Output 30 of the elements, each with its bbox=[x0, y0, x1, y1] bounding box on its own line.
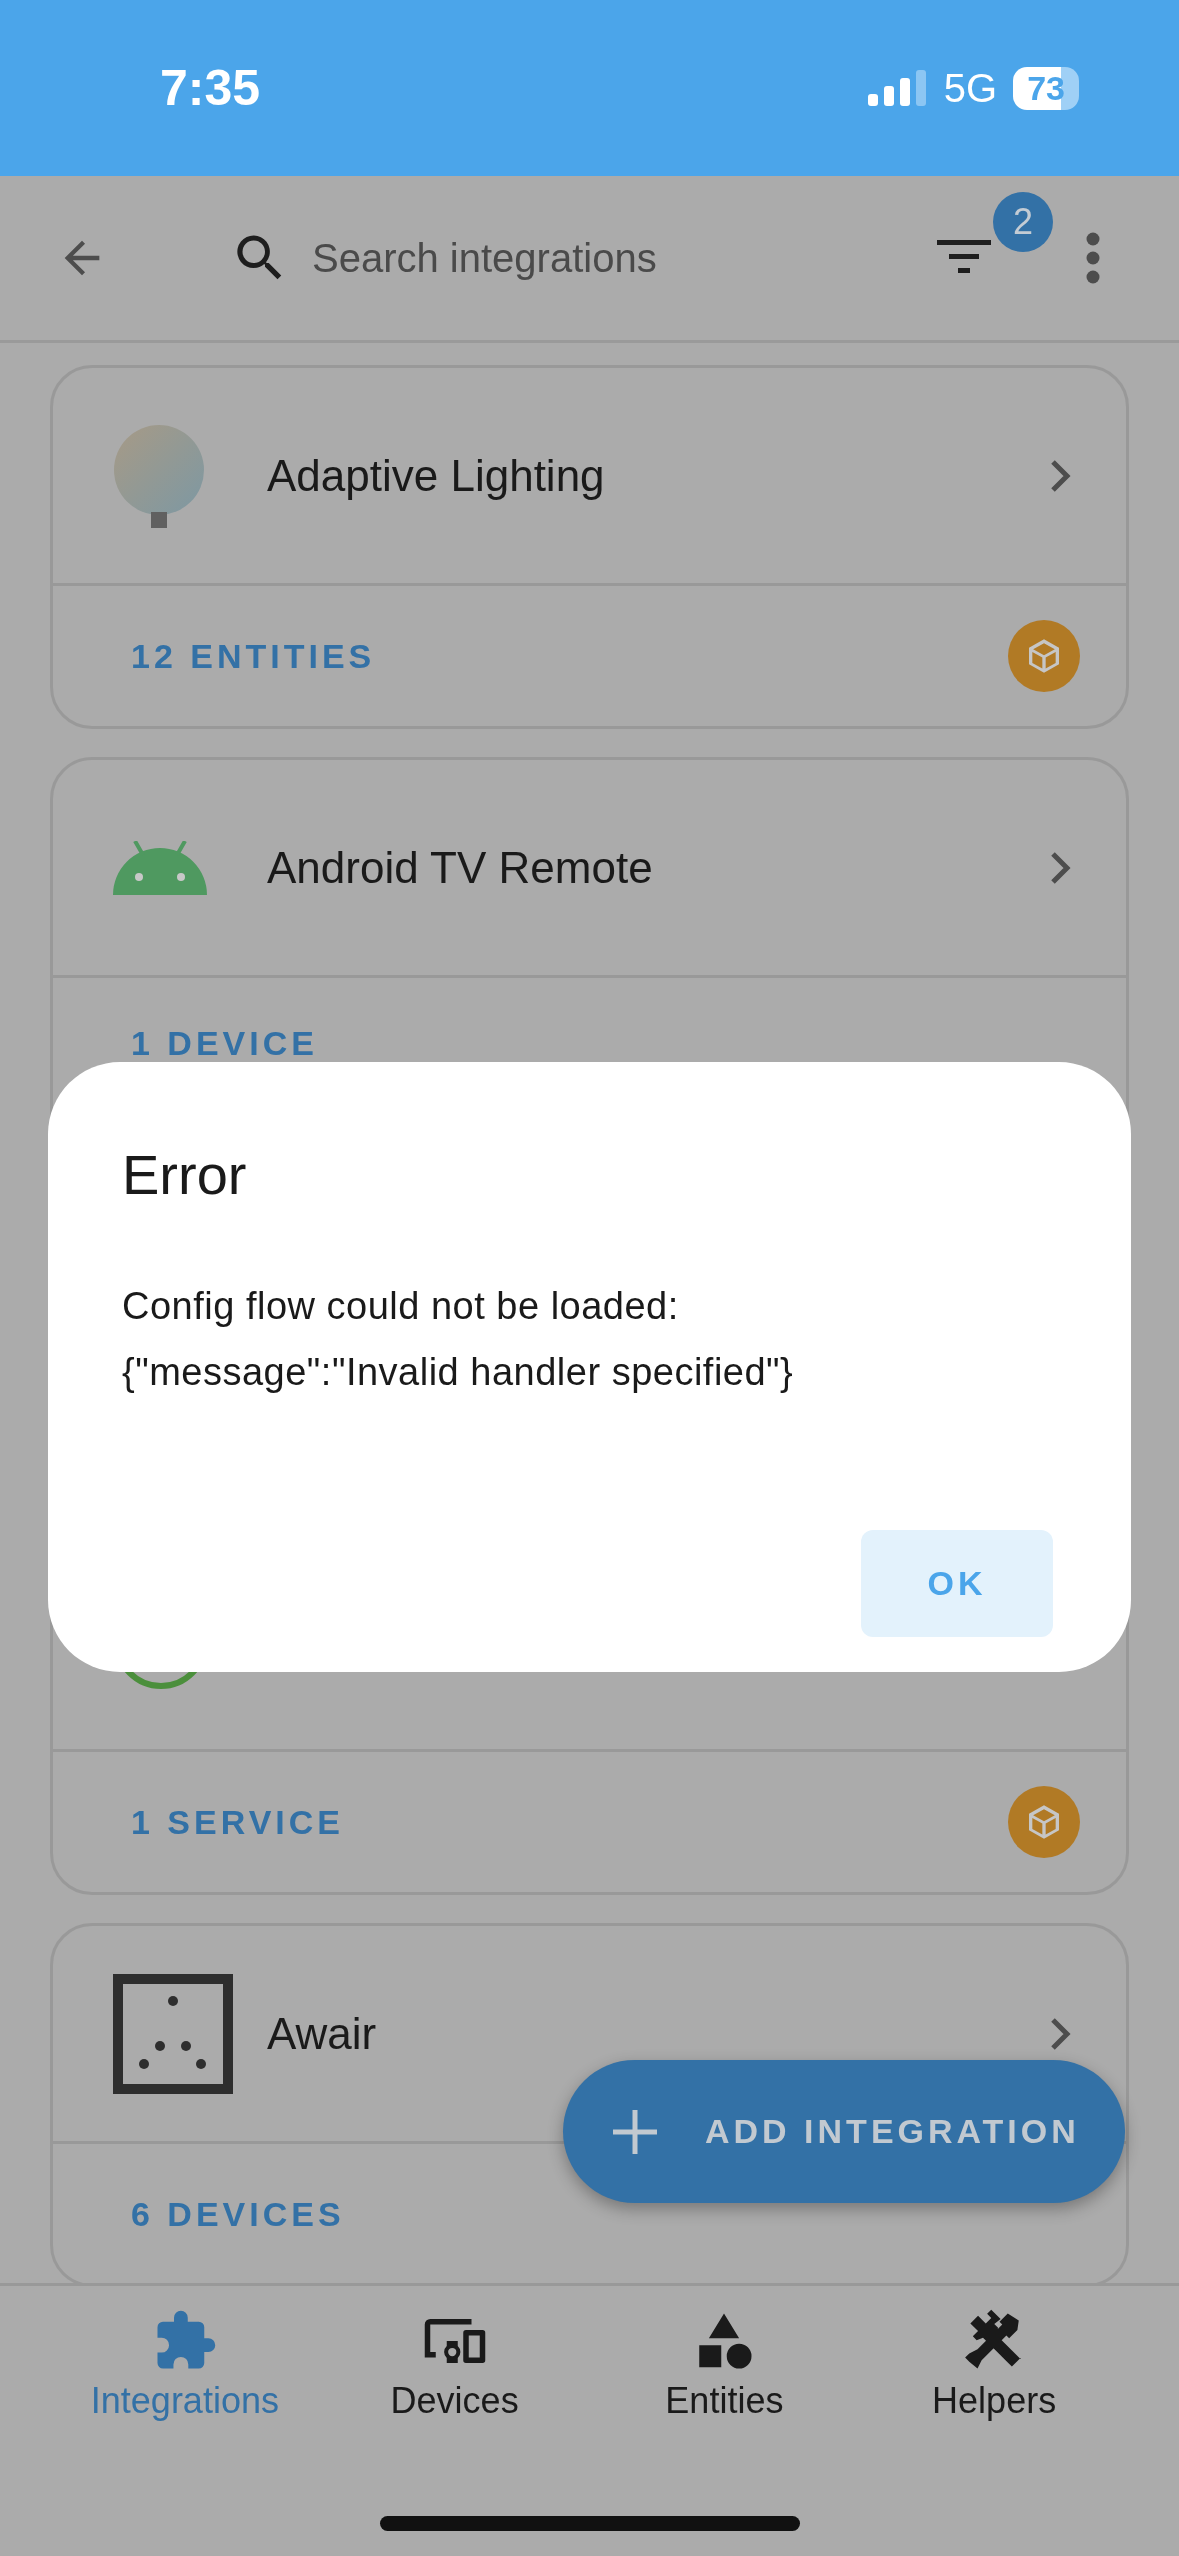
bulb-icon bbox=[113, 423, 205, 528]
more-options-icon[interactable] bbox=[1085, 232, 1101, 284]
nav-tab[interactable]: Helpers bbox=[859, 2308, 1129, 2422]
integration-count-link[interactable]: 12 ENTITIES bbox=[131, 636, 376, 676]
nav-tab[interactable]: Integrations bbox=[50, 2308, 320, 2422]
integration-card[interactable]: Adaptive Lighting 12 ENTITIES bbox=[50, 365, 1129, 729]
dialog-message: Config flow could not be loaded: {"message":"Invalid handler specified"} bbox=[122, 1284, 795, 1395]
battery-indicator: 73 bbox=[1013, 66, 1079, 110]
integration-name: Awair bbox=[267, 2008, 378, 2059]
chevron-right-icon bbox=[1050, 850, 1072, 885]
chevron-right-icon bbox=[1050, 458, 1072, 493]
integration-name: Android TV Remote bbox=[267, 842, 654, 893]
dialog-title: Error bbox=[122, 1142, 247, 1207]
search-field[interactable]: Search integrations bbox=[310, 234, 937, 282]
nav-tab[interactable]: Entities bbox=[589, 2308, 860, 2422]
status-time: 7:35 bbox=[160, 59, 261, 117]
android-icon bbox=[113, 840, 207, 895]
filter-count-badge: 2 bbox=[993, 192, 1053, 252]
integration-count-link[interactable]: 1 SERVICE bbox=[131, 1802, 344, 1842]
ok-button[interactable]: OK bbox=[861, 1530, 1053, 1637]
add-integration-button[interactable]: ADD INTEGRATION bbox=[563, 2060, 1125, 2203]
nav-tab[interactable]: Devices bbox=[319, 2308, 590, 2422]
signal-icon bbox=[867, 70, 928, 106]
integration-count-link[interactable]: 6 DEVICES bbox=[131, 2194, 345, 2234]
chevron-right-icon bbox=[1050, 2016, 1072, 2051]
awair-dots-icon bbox=[113, 1973, 233, 2094]
integration-name: Adaptive Lighting bbox=[267, 450, 606, 501]
integration-count-link[interactable]: 1 DEVICE bbox=[131, 1024, 318, 1063]
network-label: 5G bbox=[943, 65, 998, 111]
plus-icon bbox=[613, 2109, 657, 2154]
